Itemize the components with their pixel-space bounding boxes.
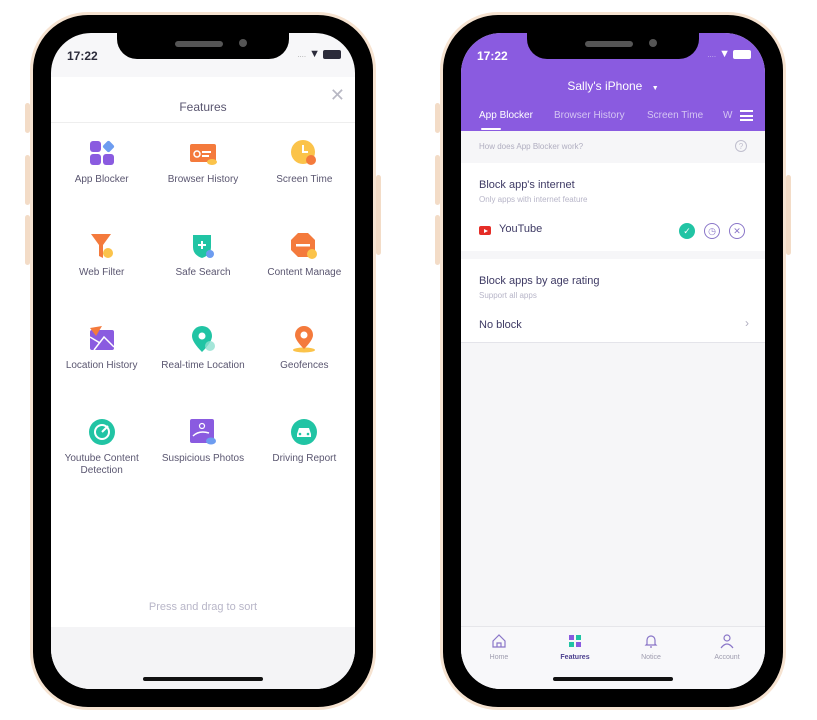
volume-down-button — [25, 215, 30, 265]
realtime-location-icon — [191, 326, 215, 352]
app-blocker-icon — [89, 140, 114, 165]
feature-youtube-detection[interactable]: Youtube Content Detection — [51, 410, 152, 503]
account-icon — [720, 634, 734, 649]
signal-icon: .... — [297, 49, 307, 59]
tabbar-home[interactable]: Home — [469, 633, 529, 661]
help-row[interactable]: How does App Blocker work? ? — [461, 131, 765, 163]
notch — [117, 33, 289, 59]
volume-up-button — [435, 155, 440, 205]
tabbar-features[interactable]: Features — [545, 633, 605, 661]
help-icon[interactable]: ? — [735, 140, 747, 152]
sort-hint: Press and drag to sort — [148, 601, 258, 613]
features-grid: App Blocker Browser History Screen Time … — [51, 123, 355, 503]
suspicious-photos-icon — [189, 419, 216, 445]
feature-browser-history[interactable]: Browser History — [152, 131, 253, 224]
features-grid-area: App Blocker Browser History Screen Time … — [51, 123, 355, 627]
chevron-right-icon: › — [745, 316, 749, 330]
close-icon[interactable]: ✕ — [330, 85, 345, 106]
feature-content-manage[interactable]: Content Manage — [254, 224, 355, 317]
location-history-icon — [89, 326, 115, 351]
web-filter-icon — [90, 234, 113, 258]
feature-driving-report[interactable]: Driving Report — [254, 410, 355, 503]
status-time: 17:22 — [67, 49, 98, 63]
tabbar-account[interactable]: Account — [697, 633, 757, 661]
wifi-icon: ▼ — [309, 48, 320, 60]
feature-web-filter[interactable]: Web Filter — [51, 224, 152, 317]
help-text: How does App Blocker work? — [479, 142, 584, 151]
clock-icon[interactable]: ◷ — [704, 223, 720, 239]
youtube-icon — [479, 226, 491, 235]
features-header: Features ✕ — [51, 77, 355, 123]
phone-app-blocker: 17:22 .... ▼ Sally's iPhone ▼ App Blocke… — [435, 12, 791, 710]
power-button — [786, 175, 791, 255]
mute-switch — [435, 103, 440, 133]
tab-browser-history[interactable]: Browser History — [554, 110, 625, 121]
home-icon — [492, 634, 506, 648]
age-rating-row[interactable]: No block › — [461, 309, 765, 339]
feature-app-blocker[interactable]: App Blocker — [51, 131, 152, 224]
content-manage-icon — [291, 233, 318, 259]
page-title: Features — [179, 100, 227, 114]
youtube-detection-icon — [88, 419, 115, 445]
feature-screen-time[interactable]: Screen Time — [254, 131, 355, 224]
features-icon — [569, 635, 581, 647]
check-icon[interactable]: ✓ — [679, 223, 695, 239]
block-age-card: Block apps by age rating Support all app… — [461, 259, 765, 343]
battery-icon — [323, 49, 341, 59]
device-name: Sally's iPhone — [567, 79, 643, 93]
device-selector[interactable]: Sally's iPhone ▼ — [461, 79, 765, 93]
tabbar-notice[interactable]: Notice — [621, 633, 681, 661]
cancel-icon[interactable]: ✕ — [729, 223, 745, 239]
bottom-tab-bar: Home Features Notice Account — [461, 626, 765, 689]
screen-time-icon — [291, 140, 317, 165]
tab-screen-time[interactable]: Screen Time — [647, 110, 703, 121]
notch — [527, 33, 699, 59]
block-internet-title: Block app's internet — [479, 179, 575, 191]
driving-report-icon — [291, 419, 318, 445]
feature-safe-search[interactable]: Safe Search — [152, 224, 253, 317]
active-tab-indicator — [481, 128, 501, 130]
power-button — [376, 175, 381, 255]
geofences-icon — [293, 326, 316, 353]
age-rating-value: No block — [479, 319, 522, 331]
mute-switch — [25, 103, 30, 133]
block-internet-subtitle: Only apps with internet feature — [479, 195, 588, 204]
battery-icon — [733, 49, 751, 59]
tab-app-blocker[interactable]: App Blocker — [479, 110, 533, 121]
wifi-icon: ▼ — [719, 48, 730, 60]
browser-history-icon — [189, 144, 217, 165]
signal-icon: .... — [707, 49, 717, 59]
block-age-title: Block apps by age rating — [479, 275, 600, 287]
block-age-subtitle: Support all apps — [479, 291, 537, 300]
phone-features: 17:22 .... ▼ Features ✕ App Blocker Brow… — [25, 12, 381, 710]
block-internet-card: Block app's internet Only apps with inte… — [461, 163, 765, 251]
feature-suspicious-photos[interactable]: Suspicious Photos — [152, 410, 253, 503]
status-time: 17:22 — [477, 49, 508, 63]
home-indicator[interactable] — [553, 677, 673, 681]
features-screen: 17:22 .... ▼ Features ✕ App Blocker Brow… — [51, 33, 355, 689]
bell-icon — [644, 635, 658, 648]
feature-tabs: App Blocker Browser History Screen Time … — [461, 110, 765, 131]
menu-icon[interactable] — [740, 110, 753, 121]
app-name: YouTube — [499, 223, 543, 235]
dropdown-icon: ▼ — [651, 85, 659, 92]
tab-more[interactable]: W — [723, 110, 732, 121]
feature-geofences[interactable]: Geofences — [254, 317, 355, 410]
home-indicator[interactable] — [143, 677, 263, 681]
feature-realtime-location[interactable]: Real-time Location — [152, 317, 253, 410]
safe-search-icon — [192, 235, 214, 258]
volume-up-button — [25, 155, 30, 205]
volume-down-button — [435, 215, 440, 265]
app-blocker-screen: 17:22 .... ▼ Sally's iPhone ▼ App Blocke… — [461, 33, 765, 689]
feature-location-history[interactable]: Location History — [51, 317, 152, 410]
